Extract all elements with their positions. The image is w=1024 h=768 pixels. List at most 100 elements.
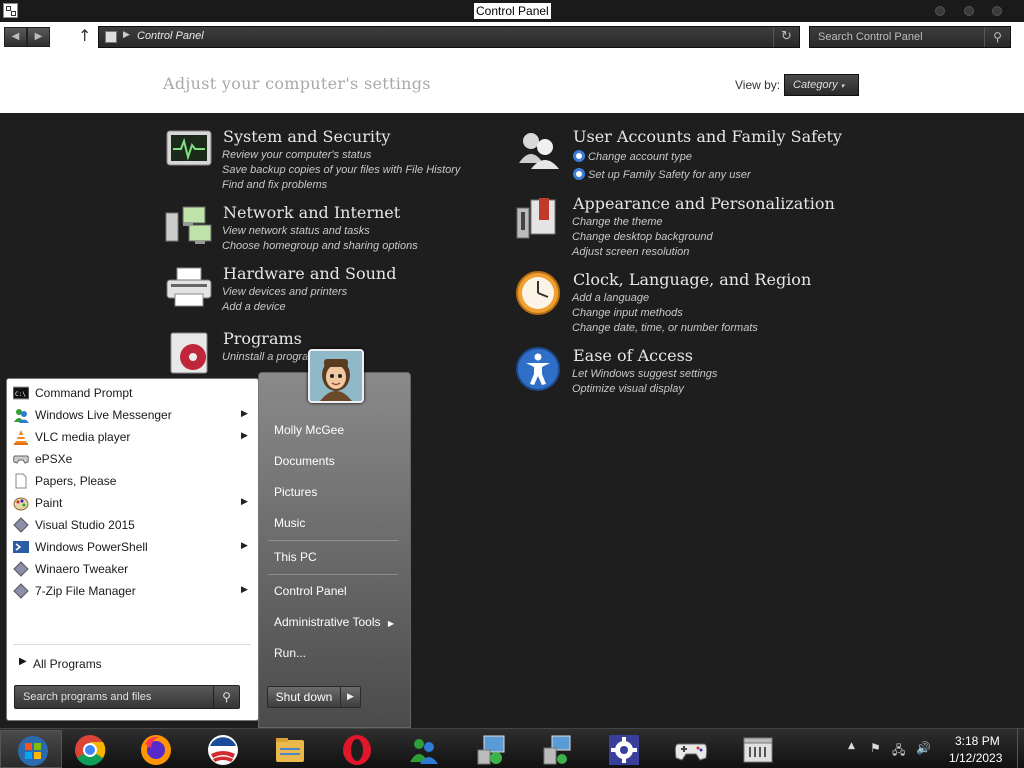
taskbar-network[interactable] bbox=[525, 730, 587, 768]
control-panel-link[interactable]: Control Panel bbox=[274, 584, 347, 598]
close-button[interactable] bbox=[992, 6, 1002, 16]
search-input[interactable] bbox=[810, 27, 986, 47]
back-button[interactable]: ◀ bbox=[4, 27, 27, 47]
category-link[interactable]: Change desktop background bbox=[572, 230, 713, 245]
category-link[interactable]: View devices and printers bbox=[222, 285, 347, 300]
category-title[interactable]: Hardware and Sound bbox=[223, 264, 396, 283]
address-bar[interactable]: ▶ Control Panel ↻ bbox=[98, 26, 800, 48]
category-link[interactable]: Change account type bbox=[572, 148, 751, 166]
content-header: Adjust your computer's settings View by:… bbox=[0, 52, 1024, 113]
program-item-winaero-tweaker[interactable]: Winaero Tweaker bbox=[7, 558, 258, 580]
category-link[interactable]: Change the theme bbox=[572, 215, 713, 230]
all-programs-button[interactable]: ▶ All Programs bbox=[13, 653, 253, 673]
start-search-input[interactable] bbox=[15, 686, 213, 708]
category-title[interactable]: Appearance and Personalization bbox=[573, 194, 835, 213]
avatar[interactable] bbox=[308, 349, 364, 403]
shutdown-options-arrow-icon[interactable]: ▶ bbox=[340, 687, 360, 707]
appearance-icon[interactable] bbox=[515, 194, 563, 240]
search-box[interactable]: ⚲ bbox=[809, 26, 1011, 48]
programs-disc-icon[interactable] bbox=[165, 329, 213, 375]
category-title[interactable]: Ease of Access bbox=[573, 346, 693, 365]
category-link[interactable]: Uninstall a program bbox=[222, 350, 317, 365]
taskbar-firefox[interactable] bbox=[124, 730, 186, 768]
category-link[interactable]: Optimize visual display bbox=[572, 382, 717, 397]
program-item-vlc[interactable]: VLC media player ▶ bbox=[7, 426, 258, 448]
category-link-label: Change account type bbox=[588, 151, 692, 163]
breadcrumb[interactable]: Control Panel bbox=[137, 30, 204, 42]
show-desktop-button[interactable] bbox=[1017, 729, 1024, 768]
control-panel-window-icon[interactable] bbox=[3, 3, 18, 18]
category-link[interactable]: Find and fix problems bbox=[222, 178, 460, 193]
category-link[interactable]: View network status and tasks bbox=[222, 224, 418, 239]
taskbar-control-panel[interactable] bbox=[459, 730, 521, 768]
program-item-papers-please[interactable]: Papers, Please bbox=[7, 470, 258, 492]
taskbar-gamepad[interactable] bbox=[659, 730, 721, 768]
run-link[interactable]: Run... bbox=[274, 646, 306, 660]
search-icon[interactable]: ⚲ bbox=[984, 27, 1010, 47]
accessibility-icon[interactable] bbox=[515, 346, 563, 392]
taskbar-messenger[interactable] bbox=[392, 730, 454, 768]
network-computers-icon[interactable] bbox=[165, 203, 213, 249]
category-link[interactable]: Change date, time, or number formats bbox=[572, 321, 758, 336]
clock-icon[interactable] bbox=[515, 270, 563, 316]
program-item-windows-live-messenger[interactable]: Windows Live Messenger ▶ bbox=[7, 404, 258, 426]
up-one-level-button[interactable]: ↑ bbox=[78, 26, 91, 45]
category-title[interactable]: Clock, Language, and Region bbox=[573, 270, 811, 289]
documents-link[interactable]: Documents bbox=[274, 454, 335, 468]
search-icon[interactable]: ⚲ bbox=[213, 686, 239, 708]
refresh-button[interactable]: ↻ bbox=[773, 27, 799, 47]
program-item-visual-studio[interactable]: Visual Studio 2015 bbox=[7, 514, 258, 536]
printer-icon[interactable] bbox=[165, 264, 213, 310]
forward-button[interactable]: ▶ bbox=[27, 27, 50, 47]
maximize-button[interactable] bbox=[964, 6, 974, 16]
program-item-command-prompt[interactable]: C:\ Command Prompt bbox=[7, 382, 258, 404]
category-link[interactable]: Let Windows suggest settings bbox=[572, 367, 717, 382]
category-link[interactable]: Add a language bbox=[572, 291, 758, 306]
category-title[interactable]: Network and Internet bbox=[223, 203, 400, 222]
taskbar-file-explorer[interactable] bbox=[258, 730, 320, 768]
clock-time[interactable]: 3:18 PM bbox=[955, 734, 1000, 748]
category-title[interactable]: User Accounts and Family Safety bbox=[573, 127, 842, 146]
program-item-powershell[interactable]: Windows PowerShell ▶ bbox=[7, 536, 258, 558]
taskbar-obama[interactable] bbox=[191, 730, 253, 768]
show-hidden-icons-icon[interactable]: ▲ bbox=[848, 741, 855, 751]
category-link[interactable]: Save backup copies of your files with Fi… bbox=[222, 163, 460, 178]
monitor-heartbeat-icon[interactable] bbox=[165, 127, 213, 173]
category-link[interactable]: Adjust screen resolution bbox=[572, 245, 713, 260]
taskbar-archive[interactable] bbox=[726, 730, 788, 768]
taskbar-chrome[interactable] bbox=[58, 730, 120, 768]
submenu-arrow-icon: ▶ bbox=[387, 619, 394, 628]
diamond-icon bbox=[13, 561, 29, 577]
category-title[interactable]: Programs bbox=[223, 329, 302, 348]
minimize-button[interactable] bbox=[935, 6, 945, 16]
category-title[interactable]: System and Security bbox=[223, 127, 390, 146]
paint-icon bbox=[13, 497, 29, 511]
clock-date[interactable]: 1/12/2023 bbox=[949, 751, 1002, 765]
program-item-paint[interactable]: Paint ▶ bbox=[7, 492, 258, 514]
pictures-link[interactable]: Pictures bbox=[274, 485, 317, 499]
administrative-tools-link[interactable]: Administrative Tools ▶ bbox=[274, 615, 394, 629]
music-link[interactable]: Music bbox=[274, 516, 305, 530]
users-icon[interactable] bbox=[515, 127, 563, 173]
start-button[interactable] bbox=[0, 730, 62, 768]
program-item-7zip[interactable]: 7-Zip File Manager ▶ bbox=[7, 580, 258, 602]
submenu-arrow-icon: ▶ bbox=[241, 585, 248, 595]
category-link[interactable]: Change input methods bbox=[572, 306, 758, 321]
this-pc-link[interactable]: This PC bbox=[274, 550, 317, 564]
breadcrumb-chevron-icon[interactable]: ▶ bbox=[123, 30, 130, 40]
network-status-icon[interactable]: 🖧 bbox=[892, 741, 905, 762]
action-center-flag-icon[interactable]: ⚑ bbox=[870, 741, 881, 755]
program-item-epsxe[interactable]: ePSXe bbox=[7, 448, 258, 470]
view-by-dropdown[interactable]: Category ▾ bbox=[784, 74, 859, 96]
taskbar: ▲ ⚑ 🖧 🔊 3:18 PM 1/12/2023 bbox=[0, 728, 1024, 768]
category-link[interactable]: Review your computer's status bbox=[222, 148, 460, 163]
category-link[interactable]: Add a device bbox=[222, 300, 347, 315]
taskbar-settings[interactable] bbox=[592, 730, 654, 768]
user-folder-link[interactable]: Molly McGee bbox=[274, 423, 344, 437]
category-link[interactable]: Choose homegroup and sharing options bbox=[222, 239, 418, 254]
category-link[interactable]: Set up Family Safety for any user bbox=[572, 166, 751, 184]
volume-icon[interactable]: 🔊 bbox=[916, 741, 931, 755]
start-search-box[interactable]: ⚲ bbox=[14, 685, 240, 709]
taskbar-opera[interactable] bbox=[325, 730, 387, 768]
shutdown-button[interactable]: Shut down ▶ bbox=[267, 686, 361, 708]
